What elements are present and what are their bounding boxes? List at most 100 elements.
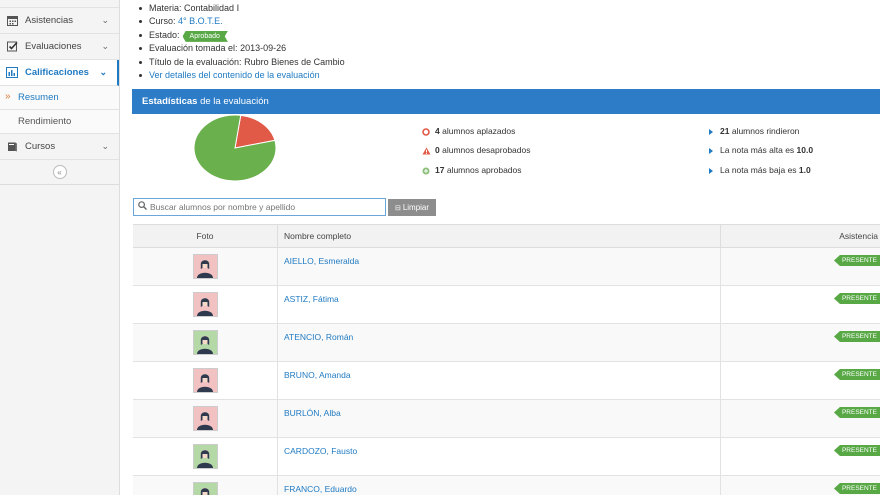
info-label: Materia: — [149, 3, 182, 13]
sidebar-item-asistencias[interactable]: Asistencias ⌄ — [0, 8, 119, 34]
photo-cell — [133, 286, 278, 323]
stat-bold: 1.0 — [798, 164, 811, 175]
sidebar-item-cursos[interactable]: Cursos ⌄ — [0, 134, 119, 160]
arrow-right-icon — [705, 128, 717, 135]
sidebar-item-calificaciones[interactable]: Calificaciones ⌄ — [0, 60, 119, 86]
info-estado: Estado: Aprobado — [139, 29, 345, 42]
photo-cell — [133, 438, 278, 475]
student-name-link[interactable]: ASTIZ, Fátima — [284, 294, 339, 304]
stat-count: 4 — [435, 126, 440, 136]
sidebar-subitem-resumen[interactable]: Resumen — [0, 86, 119, 110]
stat-text: alumnos aplazados — [442, 126, 516, 136]
stat-aprobados: 17 alumnos aprobados — [420, 161, 530, 180]
photo-cell — [133, 400, 278, 437]
info-details: Ver detalles del contenido de la evaluac… — [139, 69, 345, 82]
students-table: Foto Nombre completo Asistencia AIELLO, … — [133, 224, 880, 495]
person-silhouette — [197, 259, 213, 278]
table-body: AIELLO, Esmeralda PRESENTE ASTIZ, Fátima PR… — [133, 248, 880, 495]
status-badge: Aprobado — [182, 30, 228, 42]
stat-lead: La nota más baja es — [720, 164, 799, 175]
sidebar-item-evaluaciones[interactable]: Evaluaciones ⌄ — [0, 34, 119, 60]
chevron-down-icon: ⌄ — [99, 67, 107, 77]
avatar — [192, 330, 218, 355]
name-cell: CARDOZO, Fausto — [278, 438, 721, 475]
attendance-badge: PRESENTE — [833, 407, 880, 418]
info-label: Título de la evaluación: — [149, 56, 242, 67]
curso-link[interactable]: 4° B.O.T.E. — [178, 16, 223, 26]
stats-header-title: Estadísticas — [142, 96, 198, 107]
header-nombre[interactable]: Nombre completo — [278, 225, 721, 247]
student-name-link[interactable]: CARDOZO, Fausto — [284, 446, 357, 456]
person-silhouette — [197, 373, 213, 392]
person-silhouette — [197, 411, 213, 430]
avatar — [192, 406, 218, 431]
attendance-badge: PRESENTE — [833, 445, 880, 456]
person-silhouette — [197, 449, 213, 468]
name-cell: BURLÓN, Alba — [278, 400, 721, 437]
stat-bold: 21 — [720, 126, 730, 136]
chevron-down-icon: ⌄ — [101, 15, 109, 25]
sidebar-subitem-label: Resumen — [18, 92, 59, 103]
collapse-sidebar-icon[interactable]: « — [52, 165, 67, 179]
bar-chart-icon — [4, 67, 20, 78]
name-cell: BRUNO, Amanda — [278, 362, 721, 399]
arrow-right-icon — [705, 148, 717, 155]
circle-x-icon — [420, 127, 432, 136]
stat-bold: 10.0 — [796, 145, 814, 156]
photo-cell — [133, 324, 278, 361]
info-value: 2013-09-26 — [240, 43, 287, 54]
circle-check-icon — [420, 167, 432, 175]
arrow-right-icon — [705, 167, 717, 174]
student-name-link[interactable]: BRUNO, Amanda — [284, 370, 351, 380]
stat-text: alumnos rindieron — [729, 126, 800, 136]
sidebar-subitem-rendimiento[interactable]: Rendimiento — [0, 110, 119, 134]
search-input[interactable] — [150, 202, 380, 212]
book-icon — [4, 141, 20, 152]
sidebar-top-edge — [0, 0, 119, 8]
stats-header-subtitle: de la evaluación — [200, 96, 269, 107]
table-row: ASTIZ, Fátima PRESENTE — [133, 286, 880, 324]
stat-lead: La nota más alta es — [720, 145, 797, 156]
sidebar-subitem-label: Rendimiento — [18, 116, 72, 127]
calendar-icon — [4, 15, 20, 26]
table-row: AIELLO, Esmeralda PRESENTE — [133, 248, 880, 286]
chevron-down-icon: ⌄ — [101, 41, 109, 51]
header-foto[interactable]: Foto — [133, 225, 278, 247]
sidebar: Asistencias ⌄ Evaluaciones ⌄ Calificacio… — [0, 0, 120, 495]
stats-left-column: 4 alumnos aplazados 0 alumnos desaprobad… — [420, 122, 530, 180]
info-titulo: Título de la evaluación: Rubro Bienes de… — [139, 56, 345, 69]
stat-nota-baja: La nota más baja es 1.0 — [705, 161, 813, 180]
info-label: Estado: — [149, 29, 180, 40]
checkbox-icon — [4, 41, 20, 52]
header-asistencia[interactable]: Asistencia — [721, 225, 880, 247]
evaluation-info: Materia: Contabilidad I Curso: 4° B.O.T.… — [139, 2, 345, 82]
sidebar-item-label: Evaluaciones — [25, 41, 82, 52]
student-name-link[interactable]: ATENCIO, Román — [284, 332, 353, 342]
avatar — [192, 482, 218, 495]
sidebar-item-label: Asistencias — [25, 15, 74, 26]
student-name-link[interactable]: FRANCO, Eduardo — [284, 484, 357, 494]
chevron-down-icon: ⌄ — [101, 141, 109, 151]
stats-right-column: 21 alumnos rindieron La nota más alta es… — [705, 122, 813, 180]
info-label: Curso: — [149, 16, 176, 27]
attendance-badge: PRESENTE — [833, 331, 880, 342]
photo-cell — [133, 476, 278, 495]
person-silhouette — [197, 297, 213, 316]
attendance-badge: PRESENTE — [833, 293, 880, 304]
stat-count: 0 — [435, 145, 440, 156]
avatar — [192, 368, 218, 393]
photo-cell — [133, 362, 278, 399]
details-link[interactable]: Ver detalles del contenido de la evaluac… — [149, 70, 320, 80]
name-cell: ATENCIO, Román — [278, 324, 721, 361]
clear-button-label: Limpiar — [402, 203, 430, 212]
avatar — [192, 254, 218, 279]
stat-nota-alta: La nota más alta es 10.0 — [705, 141, 813, 160]
student-name-link[interactable]: AIELLO, Esmeralda — [284, 256, 359, 266]
student-name-link[interactable]: BURLÓN, Alba — [284, 408, 341, 418]
warning-icon — [420, 147, 432, 155]
clear-search-button[interactable]: ⊟ Limpiar — [388, 199, 436, 216]
info-curso: Curso: 4° B.O.T.E. — [139, 15, 345, 28]
name-cell: AIELLO, Esmeralda — [278, 248, 721, 285]
attendance-cell: PRESENTE — [721, 476, 880, 495]
attendance-cell: PRESENTE — [721, 324, 880, 361]
